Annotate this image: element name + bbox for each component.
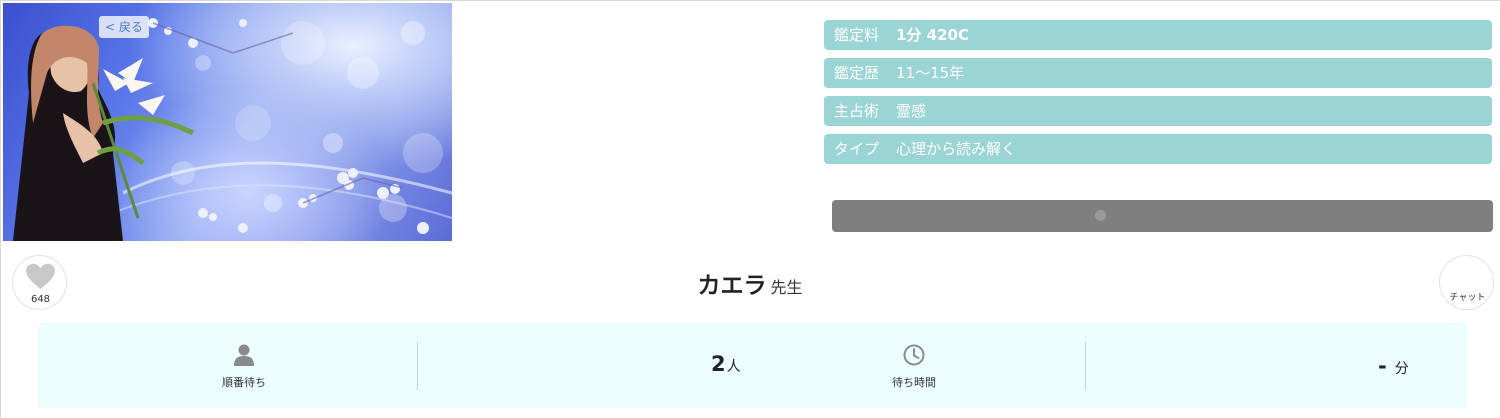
divider-right bbox=[1085, 342, 1086, 390]
wait-time-number: - bbox=[1378, 354, 1387, 378]
type-row: タイプ 心理から読み解く bbox=[824, 134, 1492, 164]
history-label: 鑑定歴 bbox=[834, 64, 880, 82]
favorite-count: 648 bbox=[30, 294, 51, 305]
back-button[interactable]: < 戻る bbox=[99, 16, 149, 38]
status-panel: 順番待ち 2人 待ち時間 -分 bbox=[38, 323, 1467, 408]
chat-label: チャット bbox=[1449, 293, 1486, 303]
heart-icon bbox=[26, 263, 55, 289]
fortune-teller-name: カエラ bbox=[697, 273, 767, 299]
fee-value: 1分 420C bbox=[896, 26, 969, 44]
wait-time-unit: 分 bbox=[1394, 361, 1409, 377]
type-value: 心理から読み解く bbox=[896, 140, 1017, 158]
history-row: 鑑定歴 11〜15年 bbox=[824, 58, 1492, 88]
wait-time-value: -分 bbox=[1378, 354, 1409, 378]
honorific-title: 先生 bbox=[770, 278, 803, 297]
divider-left bbox=[417, 342, 418, 390]
action-button[interactable] bbox=[832, 200, 1493, 232]
loading-dot bbox=[1095, 210, 1106, 221]
photo-illustration bbox=[13, 18, 452, 241]
clock-icon bbox=[903, 344, 925, 366]
fortune-teller-photo: < 戻る bbox=[3, 3, 452, 241]
fee-label: 鑑定料 bbox=[834, 26, 880, 44]
profile-name-block: カエラ 先生 bbox=[600, 266, 900, 300]
chat-button[interactable]: チャット bbox=[1439, 255, 1494, 310]
method-label: 主占術 bbox=[834, 102, 880, 120]
queue-count-number: 2 bbox=[711, 352, 726, 376]
queue-count: 2人 bbox=[711, 352, 741, 376]
queue-label: 順番待ち bbox=[222, 376, 266, 389]
queue-count-unit: 人 bbox=[726, 359, 741, 375]
type-label: タイプ bbox=[834, 140, 880, 158]
person-icon bbox=[234, 344, 254, 366]
method-row: 主占術 霊感 bbox=[824, 96, 1492, 126]
history-value: 11〜15年 bbox=[896, 64, 965, 82]
fee-row: 鑑定料 1分 420C bbox=[824, 20, 1492, 50]
favorite-button[interactable]: 648 bbox=[12, 255, 67, 310]
method-value: 霊感 bbox=[896, 102, 927, 120]
wait-time-label: 待ち時間 bbox=[892, 376, 936, 389]
